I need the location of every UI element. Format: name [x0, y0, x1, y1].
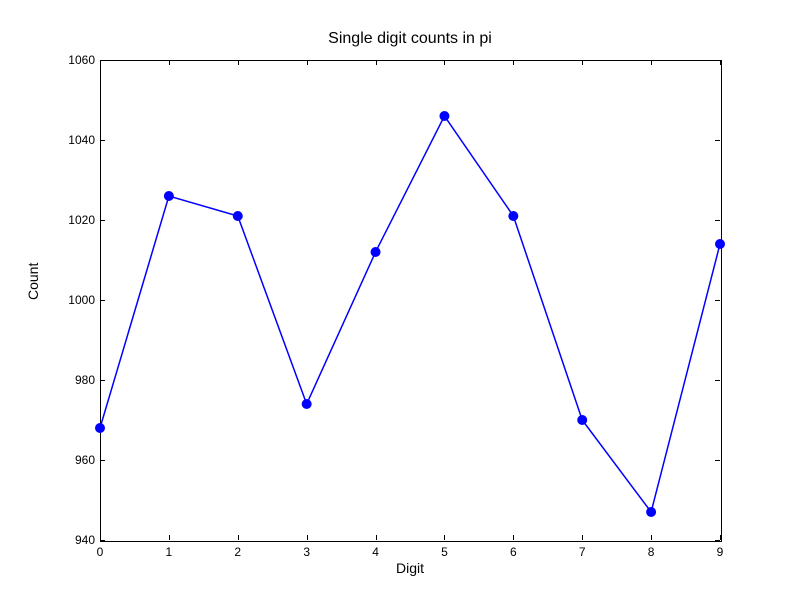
tick-mark — [513, 60, 514, 65]
tick-mark — [307, 60, 308, 65]
data-point-marker — [302, 399, 312, 409]
tick-mark — [169, 60, 170, 65]
x-tick-label: 8 — [648, 545, 655, 559]
tick-mark — [100, 380, 105, 381]
x-tick-label: 2 — [234, 545, 241, 559]
data-point-marker — [508, 211, 518, 221]
tick-mark — [715, 460, 720, 461]
y-tick-label: 940 — [75, 533, 95, 547]
tick-mark — [100, 300, 105, 301]
x-axis-label: Digit — [100, 560, 720, 576]
tick-mark — [238, 535, 239, 540]
tick-mark — [715, 220, 720, 221]
tick-mark — [582, 60, 583, 65]
tick-mark — [715, 540, 720, 541]
x-tick-label: 4 — [372, 545, 379, 559]
tick-mark — [376, 535, 377, 540]
tick-mark — [100, 220, 105, 221]
y-tick-label: 1000 — [68, 293, 95, 307]
x-tick-label: 3 — [303, 545, 310, 559]
y-tick-label: 980 — [75, 373, 95, 387]
line-series — [100, 116, 720, 512]
tick-mark — [100, 540, 105, 541]
data-point-marker — [164, 191, 174, 201]
y-tick-label: 1020 — [68, 213, 95, 227]
tick-mark — [169, 535, 170, 540]
tick-mark — [100, 460, 105, 461]
tick-mark — [100, 140, 105, 141]
data-point-marker — [646, 507, 656, 517]
tick-mark — [444, 535, 445, 540]
y-tick-label: 960 — [75, 453, 95, 467]
tick-mark — [238, 60, 239, 65]
tick-mark — [720, 535, 721, 540]
x-tick-label: 0 — [97, 545, 104, 559]
tick-mark — [720, 60, 721, 65]
x-tick-label: 5 — [441, 545, 448, 559]
y-tick-label: 1040 — [68, 133, 95, 147]
data-point-marker — [95, 423, 105, 433]
chart-container — [100, 60, 720, 540]
tick-mark — [100, 535, 101, 540]
tick-mark — [715, 140, 720, 141]
data-point-marker — [577, 415, 587, 425]
x-tick-label: 1 — [166, 545, 173, 559]
tick-mark — [651, 60, 652, 65]
data-point-marker — [233, 211, 243, 221]
tick-mark — [444, 60, 445, 65]
x-tick-label: 6 — [510, 545, 517, 559]
y-tick-label: 1060 — [68, 53, 95, 67]
tick-mark — [582, 535, 583, 540]
tick-mark — [715, 380, 720, 381]
data-point-marker — [439, 111, 449, 121]
data-point-marker — [715, 239, 725, 249]
tick-mark — [307, 535, 308, 540]
tick-mark — [513, 535, 514, 540]
x-tick-label: 9 — [717, 545, 724, 559]
tick-mark — [100, 60, 101, 65]
tick-mark — [376, 60, 377, 65]
line-plot — [100, 60, 720, 540]
tick-mark — [651, 535, 652, 540]
y-axis-label: Count — [25, 263, 41, 300]
data-point-marker — [371, 247, 381, 257]
chart-title: Single digit counts in pi — [100, 30, 720, 48]
x-tick-label: 7 — [579, 545, 586, 559]
tick-mark — [715, 300, 720, 301]
